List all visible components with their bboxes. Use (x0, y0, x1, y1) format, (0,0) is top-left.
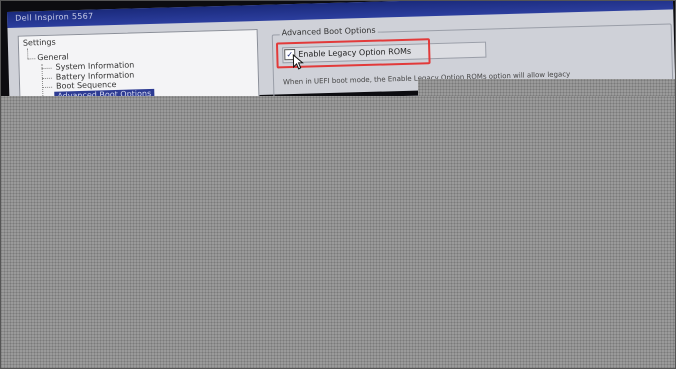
tree-root-settings[interactable]: Settings (23, 38, 56, 48)
tree-connector (42, 86, 53, 89)
redaction-mask (0, 96, 676, 369)
title-bar: Dell Inspiron 5567 (7, 0, 674, 28)
tree-connector (27, 58, 36, 60)
bios-photo: Dell Inspiron 5567 Settings General Syst… (0, 0, 676, 369)
mouse-pointer-icon (292, 53, 304, 70)
tree-connector (41, 77, 52, 80)
tree-node-general[interactable]: General (37, 52, 69, 62)
window-title: Dell Inspiron 5567 (15, 11, 94, 23)
redaction-mask (418, 79, 676, 97)
tree-connector (41, 67, 52, 70)
tree-connector (27, 48, 29, 59)
sidebar-item-boot-sequence[interactable]: Boot Sequence (56, 80, 117, 91)
